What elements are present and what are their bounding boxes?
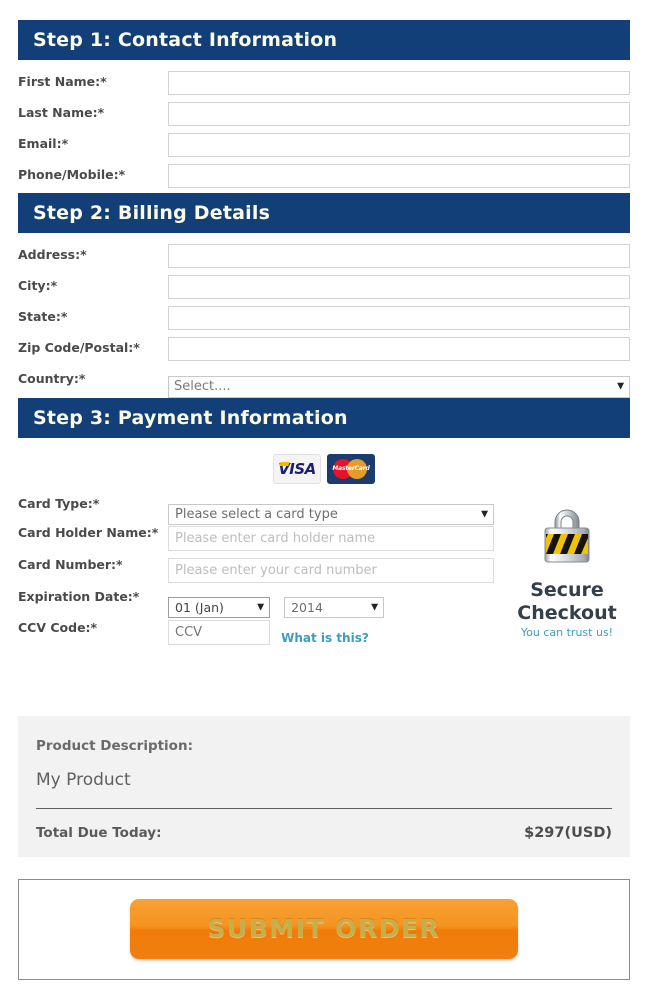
card-type-select-value: Please select a card type — [175, 507, 338, 522]
first-name-input[interactable] — [168, 71, 630, 95]
expiration-date-label: Expiration Date:* — [18, 589, 140, 604]
step1-body: First Name:* Last Name:* Email:* Phone/M… — [18, 60, 630, 193]
step1-header: Step 1: Contact Information — [18, 20, 630, 60]
email-input[interactable] — [168, 133, 630, 157]
card-holder-name-label: Card Holder Name:* — [18, 525, 159, 540]
form-row-city: City:* — [18, 273, 630, 304]
zip-code-input[interactable] — [168, 337, 630, 361]
address-input[interactable] — [168, 244, 630, 268]
expiration-month-select[interactable]: 01 (Jan) ▼ — [168, 597, 270, 618]
last-name-label: Last Name:* — [18, 105, 105, 120]
phone-label: Phone/Mobile:* — [18, 167, 126, 182]
form-row-card-holder: Card Holder Name:* — [18, 525, 508, 557]
first-name-label: First Name:* — [18, 74, 107, 89]
product-name: My Product — [36, 770, 131, 790]
zip-code-label: Zip Code/Postal:* — [18, 340, 140, 355]
form-row-address: Address:* — [18, 242, 630, 273]
city-input[interactable] — [168, 275, 630, 299]
form-row-expiration: Expiration Date:* 01 (Jan) ▼ 2014 ▼ — [18, 589, 508, 620]
visa-swoosh-icon — [279, 462, 290, 466]
card-holder-name-input[interactable] — [168, 526, 494, 551]
expiration-year-select[interactable]: 2014 ▼ — [284, 597, 385, 618]
card-number-label: Card Number:* — [18, 557, 123, 572]
secure-checkout-subtitle: You can trust us! — [520, 626, 614, 639]
form-row-card-type: Card Type:* Please select a card type ▼ — [18, 496, 508, 525]
mastercard-logo: MasterCard — [327, 454, 375, 484]
total-due-label: Total Due Today: — [36, 825, 162, 841]
what-is-this-link[interactable]: What is this? — [281, 620, 369, 645]
chevron-down-icon: ▼ — [257, 602, 264, 612]
form-row-card-number: Card Number:* — [18, 557, 508, 589]
product-description-label: Product Description: — [36, 738, 193, 754]
address-label: Address:* — [18, 247, 87, 262]
payment-section: Card Type:* Please select a card type ▼ … — [18, 496, 630, 650]
step2-header: Step 2: Billing Details — [18, 193, 630, 233]
secure-checkout-title-line1: Secure — [530, 579, 604, 601]
secure-checkout-title-line2: Checkout — [517, 602, 617, 624]
form-row-ccv: CCV Code:* What is this? — [18, 620, 508, 650]
chevron-down-icon: ▼ — [371, 602, 379, 612]
ccv-code-label: CCV Code:* — [18, 620, 98, 635]
expiration-month-value: 01 (Jan) — [175, 600, 224, 615]
ccv-input[interactable] — [168, 620, 270, 645]
card-type-select[interactable]: Please select a card type ▼ — [168, 504, 494, 525]
total-due-value: $297(USD) — [524, 825, 612, 841]
form-row-country: Country:* Select.... ▼ — [18, 366, 630, 398]
form-row-zip: Zip Code/Postal:* — [18, 335, 630, 366]
phone-input[interactable] — [168, 164, 630, 188]
form-row-state: State:* — [18, 304, 630, 335]
padlock-icon — [544, 509, 590, 563]
state-input[interactable] — [168, 306, 630, 330]
submit-container: SUBMIT ORDER — [18, 879, 630, 980]
chevron-down-icon: ▼ — [481, 509, 488, 519]
visa-logo: VISA — [273, 454, 321, 484]
card-number-input[interactable] — [168, 558, 494, 583]
country-select[interactable]: Select.... ▼ — [168, 376, 630, 398]
checkout-form: Step 1: Contact Information First Name:*… — [18, 20, 630, 980]
email-label: Email:* — [18, 136, 69, 151]
form-row-last-name: Last Name:* — [18, 100, 630, 131]
total-due-row: Total Due Today: $297(USD) — [36, 825, 612, 841]
step3-header: Step 3: Payment Information — [18, 398, 630, 438]
city-label: City:* — [18, 278, 58, 293]
secure-checkout-badge: Secure Checkout You can trust us! — [508, 502, 626, 639]
form-row-email: Email:* — [18, 131, 630, 162]
accepted-cards: VISA MasterCard — [18, 438, 630, 496]
step2-body: Address:* City:* State:* Zip Code/Postal… — [18, 233, 630, 398]
state-label: State:* — [18, 309, 68, 324]
country-label: Country:* — [18, 371, 86, 386]
country-select-value: Select.... — [174, 379, 231, 394]
last-name-input[interactable] — [168, 102, 630, 126]
chevron-down-icon: ▼ — [617, 381, 624, 392]
mastercard-logo-text: MasterCard — [332, 465, 370, 472]
form-row-phone: Phone/Mobile:* — [18, 162, 630, 193]
expiration-year-value: 2014 — [291, 600, 323, 615]
card-type-label: Card Type:* — [18, 496, 100, 511]
form-row-first-name: First Name:* — [18, 69, 630, 100]
submit-order-button[interactable]: SUBMIT ORDER — [130, 899, 518, 959]
order-summary: Product Description: My Product Total Du… — [18, 716, 630, 857]
summary-divider — [36, 808, 612, 809]
